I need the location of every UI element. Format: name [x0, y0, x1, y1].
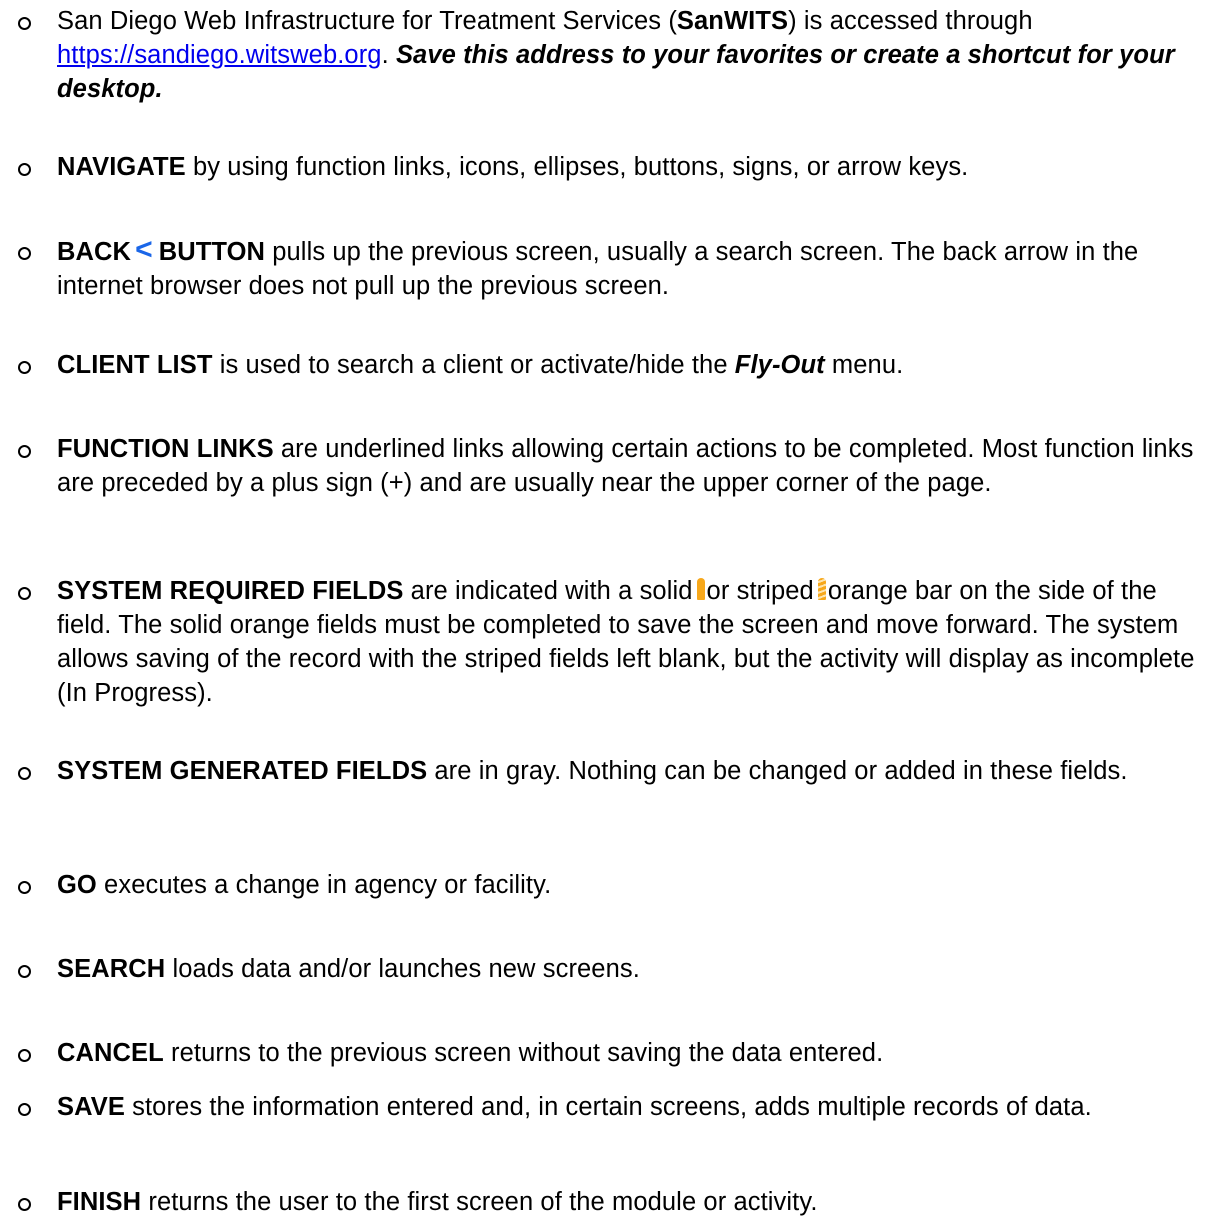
list-item-text: GO executes a change in agency or facili… — [57, 868, 1207, 902]
desc-text: by using function links, icons, ellipses… — [185, 153, 969, 181]
list-item-text: SAVE stores the information entered and,… — [57, 1090, 1207, 1124]
term-text: SYSTEM REQUIRED FIELDS — [57, 577, 404, 605]
bullet-icon — [18, 881, 31, 894]
list-item-text: SYSTEM GENERATED FIELDS are in gray. Not… — [57, 754, 1207, 788]
term-text: CLIENT LIST — [57, 351, 213, 379]
desc-text: executes a change in agency or facility. — [96, 871, 552, 899]
list-item-text: FUNCTION LINKS are underlined links allo… — [57, 432, 1207, 500]
sanwits-url-link[interactable]: https://sandiego.witsweb.org — [57, 41, 382, 69]
bullet-icon — [18, 965, 31, 978]
desc-text: loads data and/or launches new screens. — [165, 955, 640, 983]
list-item-text: SYSTEM REQUIRED FIELDS are indicated wit… — [57, 574, 1207, 710]
term-text: NAVIGATE — [57, 153, 186, 181]
desc-text-1: are indicated with a solid — [403, 577, 693, 605]
list-item-text: San Diego Web Infrastructure for Treatme… — [57, 4, 1207, 106]
desc-text: returns the user to the first screen of … — [141, 1188, 818, 1216]
desc-text: are in gray. Nothing can be changed or a… — [427, 757, 1128, 785]
back-arrow-icon: < — [135, 233, 153, 266]
bullet-icon — [18, 1198, 31, 1211]
period-text: . — [381, 41, 396, 69]
term-text: SEARCH — [57, 955, 166, 983]
desc-text: stores the information entered and, in c… — [124, 1093, 1092, 1121]
bullet-icon — [18, 361, 31, 374]
term-text: FUNCTION LINKS — [57, 435, 274, 463]
desc-text: returns to the previous screen without s… — [163, 1039, 884, 1067]
list-item-text: CLIENT LIST is used to search a client o… — [57, 348, 1207, 382]
tail-text: menu. — [824, 351, 904, 379]
emphasis-text: Fly-Out — [734, 351, 825, 379]
bullet-icon — [18, 1049, 31, 1062]
term-text: SYSTEM GENERATED FIELDS — [57, 757, 428, 785]
term-text: BACK — [57, 238, 132, 266]
term-text: SAVE — [57, 1093, 125, 1121]
mid-text: ) is accessed through — [788, 7, 1033, 35]
desc-text: is used to search a client or activate/h… — [212, 351, 735, 379]
term2-text: BUTTON — [158, 238, 266, 266]
list-item-text: BACK < BUTTON pulls up the previous screen… — [57, 233, 1207, 303]
bullet-icon — [18, 163, 31, 176]
desc-text-2: or striped — [706, 577, 814, 605]
striped-orange-bar-icon — [817, 578, 826, 600]
list-item-text: FINISH returns the user to the first scr… — [57, 1185, 1207, 1219]
term-text: CANCEL — [57, 1039, 164, 1067]
bullet-icon — [18, 767, 31, 780]
bullet-icon — [18, 445, 31, 458]
list-item-text: SEARCH loads data and/or launches new sc… — [57, 952, 1207, 986]
bullet-icon — [18, 247, 31, 260]
solid-orange-bar-icon — [696, 578, 705, 600]
document-page: San Diego Web Infrastructure for Treatme… — [0, 0, 1210, 1228]
term-text: GO — [57, 871, 97, 899]
bullet-icon — [18, 1103, 31, 1116]
list-item-text: NAVIGATE by using function links, icons,… — [57, 150, 1207, 184]
intro-text: San Diego Web Infrastructure for Treatme… — [57, 7, 677, 35]
list-item-text: CANCEL returns to the previous screen wi… — [57, 1036, 1207, 1070]
term-text: FINISH — [57, 1188, 142, 1216]
bullet-icon — [18, 587, 31, 600]
bullet-icon — [18, 17, 31, 30]
acronym-text: SanWITS — [676, 7, 789, 35]
